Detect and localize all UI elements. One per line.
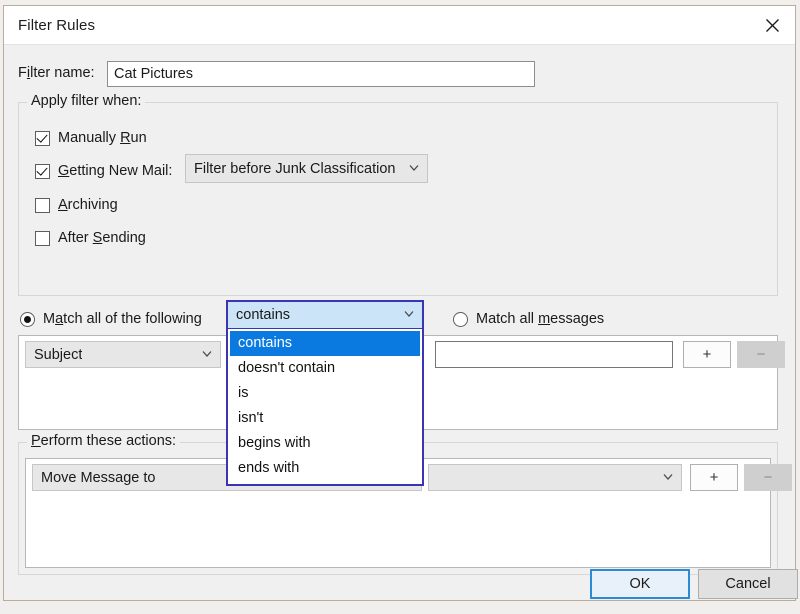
add-action-label: +: [710, 469, 719, 486]
chevron-down-icon: [663, 473, 672, 482]
criteria-operator-option[interactable]: contains: [230, 331, 420, 356]
criteria-value-input[interactable]: [435, 341, 673, 368]
criteria-operator-dropdown-open[interactable]: contains containsdoesn't containisisn'tb…: [226, 300, 424, 486]
ok-button-label: OK: [630, 576, 651, 592]
title-bar: Filter Rules: [4, 6, 795, 46]
chevron-down-icon: [404, 310, 413, 319]
radio-match-all-following[interactable]: Match all of the following: [20, 308, 202, 330]
radio-match-all-messages-dot[interactable]: [453, 312, 468, 327]
filter-rules-dialog: Filter Rules Filter name: Apply filter w…: [3, 5, 796, 601]
checkbox-manually-run-label: Manually Run: [58, 130, 147, 146]
add-action-button[interactable]: +: [690, 464, 738, 491]
mail-timing-value: Filter before Junk Classification: [186, 161, 395, 177]
checkbox-getting-new-mail[interactable]: Getting New Mail:: [35, 160, 172, 182]
criteria-operator-option-list[interactable]: containsdoesn't containisisn'tbegins wit…: [228, 329, 422, 484]
perform-actions-title: Perform these actions:: [27, 433, 180, 449]
mail-timing-combobox[interactable]: Filter before Junk Classification: [185, 154, 428, 183]
checkbox-getting-new-mail-label: Getting New Mail:: [58, 163, 172, 179]
criteria-operator-option[interactable]: begins with: [230, 431, 420, 456]
checkbox-manually-run[interactable]: Manually Run: [35, 127, 147, 149]
criteria-field-combobox[interactable]: Subject: [25, 341, 221, 368]
desktop-background: Filter Rules Filter name: Apply filter w…: [0, 0, 800, 614]
checkbox-archiving[interactable]: Archiving: [35, 194, 118, 216]
action-type-value: Move Message to: [33, 470, 155, 486]
radio-match-all-messages-label: Match all messages: [476, 311, 604, 327]
cancel-button-label: Cancel: [725, 576, 770, 592]
criteria-operator-option[interactable]: doesn't contain: [230, 356, 420, 381]
add-criteria-label: +: [703, 346, 712, 363]
criteria-operator-combobox[interactable]: contains: [228, 302, 422, 329]
remove-action-label: −: [764, 469, 773, 486]
checkbox-archiving-label: Archiving: [58, 197, 118, 213]
criteria-operator-option[interactable]: is: [230, 381, 420, 406]
ok-button[interactable]: OK: [590, 569, 690, 599]
remove-criteria-button: −: [737, 341, 785, 368]
radio-match-all-messages[interactable]: Match all messages: [453, 308, 604, 330]
close-icon[interactable]: [749, 6, 795, 44]
chevron-down-icon: [202, 350, 211, 359]
dialog-title: Filter Rules: [18, 17, 95, 34]
filter-name-label: Filter name:: [18, 65, 95, 81]
apply-filter-when-title: Apply filter when:: [27, 93, 145, 109]
criteria-operator-option[interactable]: isn't: [230, 406, 420, 431]
criteria-operator-value: contains: [228, 307, 290, 323]
criteria-operator-option[interactable]: ends with: [230, 456, 420, 481]
checkbox-manually-run-box[interactable]: [35, 131, 50, 146]
criteria-field-value: Subject: [26, 347, 82, 363]
checkbox-getting-new-mail-box[interactable]: [35, 164, 50, 179]
checkbox-archiving-box[interactable]: [35, 198, 50, 213]
remove-action-button: −: [744, 464, 792, 491]
cancel-button[interactable]: Cancel: [698, 569, 798, 599]
apply-filter-when-group: Apply filter when: Manually Run Getting …: [18, 102, 778, 296]
radio-match-all-following-dot[interactable]: [20, 312, 35, 327]
checkbox-after-sending-label: After Sending: [58, 230, 146, 246]
action-target-folder-combobox[interactable]: [428, 464, 682, 491]
chevron-down-icon: [409, 164, 418, 173]
filter-name-row: Filter name:: [18, 61, 778, 87]
filter-name-input[interactable]: [107, 61, 535, 87]
add-criteria-button[interactable]: +: [683, 341, 731, 368]
radio-match-all-following-label: Match all of the following: [43, 311, 202, 327]
remove-criteria-label: −: [757, 346, 766, 363]
checkbox-after-sending[interactable]: After Sending: [35, 227, 146, 249]
checkbox-after-sending-box[interactable]: [35, 231, 50, 246]
